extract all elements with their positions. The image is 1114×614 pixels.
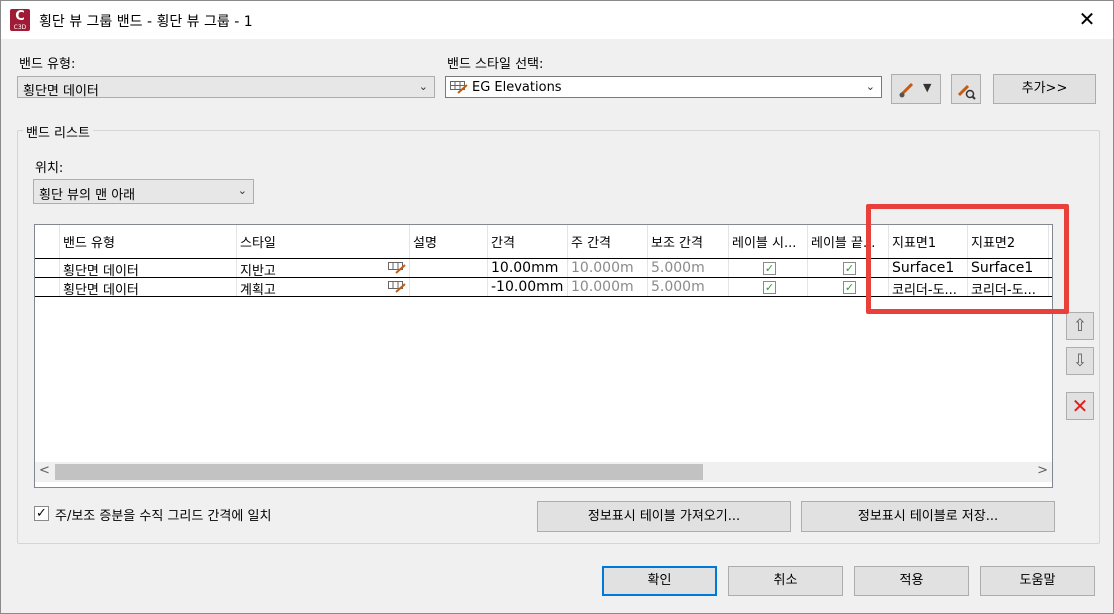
band-type-label: 밴드 유형:	[19, 57, 76, 72]
column-header-label-end[interactable]: 레이블 끝...	[811, 232, 886, 251]
delete-x-icon: ✕	[1071, 394, 1089, 418]
style-picker-icon[interactable]	[388, 281, 406, 293]
column-header-major-interval[interactable]: 주 간격	[571, 232, 645, 251]
help-button[interactable]: 도움말	[980, 566, 1095, 596]
band-style-label: 밴드 스타일 선택:	[447, 57, 544, 72]
column-header-surface1[interactable]: 지표면1	[892, 232, 966, 251]
band-style-value: EG Elevations	[472, 80, 562, 95]
band-list-grid[interactable]: 밴드 유형 스타일 설명 간격 주 간격 보조 간격 레이블 시... 레이블 …	[34, 224, 1053, 488]
label-end-checkbox[interactable]: ✓	[843, 262, 856, 275]
style-detail-button[interactable]	[951, 74, 981, 104]
magnifier-style-icon	[957, 84, 976, 100]
save-table-button[interactable]: 정보표시 테이블로 저장...	[801, 501, 1055, 532]
column-header-style[interactable]: 스타일	[240, 232, 405, 251]
scroll-right-icon[interactable]: >	[1037, 463, 1048, 478]
cell-surface1[interactable]: 코리더-도...	[892, 279, 966, 298]
delete-button[interactable]: ✕	[1066, 392, 1094, 420]
cell-gap[interactable]: -10.00mm	[491, 279, 565, 295]
table-row[interactable]: 횡단면 데이터 계획고 -10.00mm 10.000m 5.000m ✓ ✓ …	[35, 278, 1052, 298]
band-list-title: 밴드 리스트	[23, 122, 93, 141]
band-style-select[interactable]: EG Elevations ⌄	[445, 76, 882, 98]
match-grid-label: 주/보조 증분을 수직 그리드 간격에 일치	[55, 509, 272, 524]
chevron-down-icon: ▼	[923, 81, 932, 94]
cell-surface1[interactable]: Surface1	[892, 260, 966, 276]
label-start-checkbox[interactable]: ✓	[763, 281, 776, 294]
cell-minor-interval[interactable]: 5.000m	[651, 260, 725, 276]
cell-gap[interactable]: 10.00mm	[491, 260, 565, 276]
close-icon[interactable]: ✕	[1075, 7, 1099, 31]
column-header-minor-interval[interactable]: 보조 간격	[651, 232, 726, 251]
location-label: 위치:	[35, 161, 64, 176]
band-type-select[interactable]: 횡단면 데이터 ⌄	[17, 76, 435, 99]
add-button[interactable]: 추가>>	[993, 74, 1096, 104]
move-up-button[interactable]: ⇧	[1066, 312, 1094, 340]
scrollbar-thumb[interactable]	[55, 464, 703, 480]
import-table-button[interactable]: 정보표시 테이블 가져오기...	[537, 501, 791, 532]
cell-surface2[interactable]: 코리더-도...	[971, 279, 1045, 298]
arrow-up-icon: ⇧	[1072, 316, 1088, 336]
band-style-icon	[450, 81, 468, 94]
civil3d-app-icon: C C3D	[10, 9, 30, 31]
cancel-button[interactable]: 취소	[728, 566, 843, 596]
style-edit-dropdown-button[interactable]: ▼	[891, 74, 941, 104]
window-title: 횡단 뷰 그룹 밴드 - 횡단 뷰 그룹 - 1	[39, 14, 253, 30]
column-header-surface2[interactable]: 지표면2	[971, 232, 1046, 251]
location-select[interactable]: 횡단 뷰의 맨 아래 ⌄	[33, 179, 254, 204]
cell-style[interactable]: 계획고	[240, 279, 380, 298]
arrow-down-icon: ⇩	[1072, 351, 1088, 371]
chevron-down-icon: ⌄	[418, 80, 428, 93]
column-header-description[interactable]: 설명	[413, 232, 485, 251]
column-header-gap[interactable]: 간격	[491, 232, 565, 251]
column-header-band-type[interactable]: 밴드 유형	[63, 232, 233, 251]
cell-style[interactable]: 지반고	[240, 260, 380, 279]
edit-style-icon	[899, 82, 914, 98]
apply-button[interactable]: 적용	[854, 566, 969, 596]
cell-surface2[interactable]: Surface1	[971, 260, 1045, 276]
chevron-down-icon: ⌄	[237, 184, 247, 197]
label-end-checkbox[interactable]: ✓	[843, 281, 856, 294]
cell-band-type[interactable]: 횡단면 데이터	[63, 279, 233, 298]
match-grid-checkbox[interactable]: ✓	[34, 506, 49, 521]
cell-major-interval[interactable]: 10.000m	[571, 260, 645, 276]
move-down-button[interactable]: ⇩	[1066, 347, 1094, 375]
label-start-checkbox[interactable]: ✓	[763, 262, 776, 275]
title-bar: C C3D 횡단 뷰 그룹 밴드 - 횡단 뷰 그룹 - 1 ✕	[1, 1, 1113, 39]
chevron-down-icon: ⌄	[865, 80, 875, 93]
cell-minor-interval[interactable]: 5.000m	[651, 279, 725, 295]
band-type-value: 횡단면 데이터	[23, 84, 99, 99]
table-row[interactable]: 횡단면 데이터 지반고 10.00mm 10.000m 5.000m ✓ ✓ S…	[35, 259, 1052, 279]
style-picker-icon[interactable]	[388, 262, 406, 274]
location-value: 횡단 뷰의 맨 아래	[39, 188, 136, 203]
scroll-left-icon[interactable]: <	[39, 463, 50, 478]
ok-button[interactable]: 확인	[602, 566, 717, 596]
horizontal-scrollbar[interactable]: < >	[35, 462, 1052, 482]
cell-major-interval[interactable]: 10.000m	[571, 279, 645, 295]
column-header-label-start[interactable]: 레이블 시...	[732, 232, 806, 251]
cell-band-type[interactable]: 횡단면 데이터	[63, 260, 233, 279]
dialog-window: C C3D 횡단 뷰 그룹 밴드 - 횡단 뷰 그룹 - 1 ✕ 밴드 유형: 횡…	[0, 0, 1114, 614]
